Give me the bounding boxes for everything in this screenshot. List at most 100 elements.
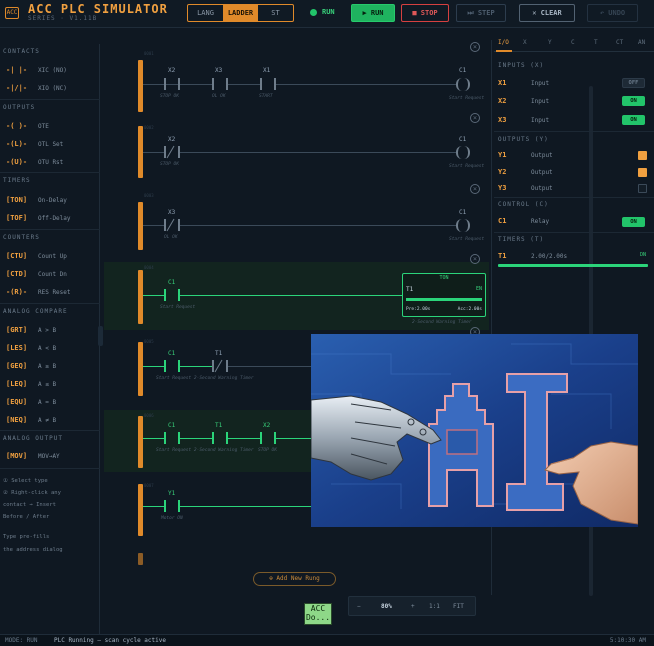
help-text: the address dialog — [3, 547, 63, 553]
palette-neq[interactable]: [NEQ] — [6, 416, 27, 424]
undo-button[interactable]: ↶ UNDO — [587, 4, 638, 22]
wire — [180, 366, 212, 367]
zoom-out-button[interactable]: − — [357, 603, 361, 610]
zoom-in-button[interactable]: + — [411, 603, 415, 610]
input-x2-toggle[interactable]: ON — [622, 96, 645, 106]
tab-io[interactable]: I/O — [498, 39, 509, 46]
help-text: Before / After — [3, 514, 50, 520]
divider — [0, 99, 100, 100]
palette-mov[interactable]: [MOV] — [6, 452, 27, 460]
step-button[interactable]: ⏭ STEP — [456, 4, 506, 22]
plc-simulator-app: ACC ACC PLC SIMULATOR SERIES · V1.11B LA… — [0, 0, 654, 646]
wire — [143, 152, 165, 153]
divider — [494, 197, 654, 198]
coil-description: Start Request — [449, 237, 485, 242]
palette-otl[interactable]: -(L)- — [6, 140, 27, 148]
stop-button[interactable]: ■ STOP — [401, 4, 449, 22]
zoom-reset-button[interactable]: 1:1 — [429, 603, 440, 610]
coil-c1[interactable] — [456, 78, 470, 91]
app-title: ACC PLC SIMULATOR — [28, 2, 168, 16]
contact-t1[interactable] — [212, 432, 228, 444]
palette-res[interactable]: -(R)- — [6, 288, 27, 296]
palette-xic[interactable]: -| |- — [6, 66, 27, 74]
divider — [0, 430, 100, 431]
io-id: T1 — [498, 252, 507, 260]
contact-t1[interactable] — [212, 359, 228, 373]
contact-x1[interactable] — [260, 78, 276, 90]
coil-c1[interactable] — [456, 219, 470, 232]
tab-ladder[interactable]: LADDER — [223, 5, 258, 21]
palette-tof-label: Off-Delay — [38, 215, 71, 222]
run-button[interactable]: ▶ RUN — [351, 4, 395, 22]
palette-otu[interactable]: -(U)- — [6, 158, 27, 166]
palette-ton[interactable]: [TON] — [6, 196, 27, 204]
header-toolbar: ACC ACC PLC SIMULATOR SERIES · V1.11B LA… — [0, 0, 654, 28]
delete-rung-icon[interactable]: × — [470, 42, 480, 52]
palette-equ[interactable]: [EQU] — [6, 398, 27, 406]
contact-c1[interactable] — [164, 432, 180, 444]
palette-ote[interactable]: -( )- — [6, 122, 27, 130]
tab-st[interactable]: ST — [258, 5, 293, 21]
relay-c1-state[interactable]: ON — [622, 217, 645, 227]
sidebar-collapse-handle[interactable] — [98, 326, 103, 346]
tab-t[interactable]: T — [594, 39, 598, 46]
wire — [228, 438, 260, 439]
section-counters: COUNTERS — [3, 234, 40, 241]
coil-c1[interactable] — [456, 146, 470, 159]
contact-x2[interactable] — [260, 432, 276, 444]
wire — [180, 295, 402, 296]
tab-y[interactable]: Y — [548, 39, 552, 46]
rung-number: 0004 — [144, 265, 154, 270]
section-timers: TIMERS (T) — [498, 236, 545, 243]
palette-ctd[interactable]: [CTD] — [6, 270, 27, 278]
palette-geq[interactable]: [GEQ] — [6, 362, 27, 370]
wire — [180, 506, 312, 507]
editor-mode-switch: LANG LADDER ST — [187, 4, 294, 22]
clear-button[interactable]: ✕ CLEAR — [519, 4, 575, 22]
contact-x2[interactable] — [164, 145, 180, 159]
delete-rung-icon[interactable]: × — [470, 254, 480, 264]
input-x3-toggle[interactable]: ON — [622, 115, 645, 125]
palette-ctu[interactable]: [CTU] — [6, 252, 27, 260]
io-name: Output — [531, 169, 553, 176]
contact-c1[interactable] — [164, 360, 180, 372]
contact-x3[interactable] — [164, 218, 180, 232]
palette-otl-label: OTL Set — [38, 141, 64, 148]
rung[interactable]: 0001 X2 STOP OK X3 OL OK X1 START C1 Sta… — [104, 42, 489, 112]
add-rung-button[interactable]: ⊕ Add New Rung — [253, 572, 336, 586]
contact-address: C1 — [168, 422, 176, 429]
tab-c[interactable]: C — [571, 39, 575, 46]
wire — [143, 506, 165, 507]
palette-leq[interactable]: [LEQ] — [6, 380, 27, 388]
contact-c1[interactable] — [164, 289, 180, 301]
palette-tof[interactable]: [TOF] — [6, 214, 27, 222]
contact-x2[interactable] — [164, 78, 180, 90]
contact-description: STOP OK — [160, 162, 179, 167]
tab-x[interactable]: X — [523, 39, 527, 46]
timer-preset: Pre:2.00s — [406, 307, 431, 312]
input-x1-toggle[interactable]: OFF — [622, 78, 645, 88]
palette-xio[interactable]: -|/|- — [6, 84, 27, 92]
palette-les[interactable]: [LES] — [6, 344, 27, 352]
help-text: contact → Insert — [3, 502, 56, 508]
delete-rung-icon[interactable]: × — [470, 184, 480, 194]
timer-value: 2.00/2.00s — [531, 253, 568, 260]
timer-state: EN — [475, 286, 482, 292]
zoom-fit-button[interactable]: FIT — [453, 603, 464, 610]
coil-address: C1 — [459, 67, 467, 74]
tab-lang[interactable]: LANG — [188, 5, 223, 21]
rung[interactable]: 0002 X2 STOP OK C1 Start Request × — [104, 113, 489, 182]
rung-description: Start Request 2-Second Warning Timer — [156, 448, 254, 453]
contact-x3[interactable] — [212, 78, 228, 90]
io-id: X1 — [498, 79, 507, 87]
delete-rung-icon[interactable]: × — [470, 113, 480, 123]
ton-timer-block[interactable]: TON T1 EN Pre:2.00s Acc:2.00s — [402, 273, 486, 317]
tab-an[interactable]: AN — [638, 39, 645, 46]
rung[interactable]: 0003 X3 OL OK C1 Start Request × — [104, 184, 489, 252]
palette-grt[interactable]: [GRT] — [6, 326, 27, 334]
section-outputs: OUTPUTS (Y) — [498, 136, 549, 143]
io-tabs: I/O X Y C T CT AN — [494, 34, 654, 52]
contact-y1[interactable] — [164, 500, 180, 512]
tab-ct[interactable]: CT — [616, 39, 623, 46]
nc-slash — [166, 145, 175, 159]
